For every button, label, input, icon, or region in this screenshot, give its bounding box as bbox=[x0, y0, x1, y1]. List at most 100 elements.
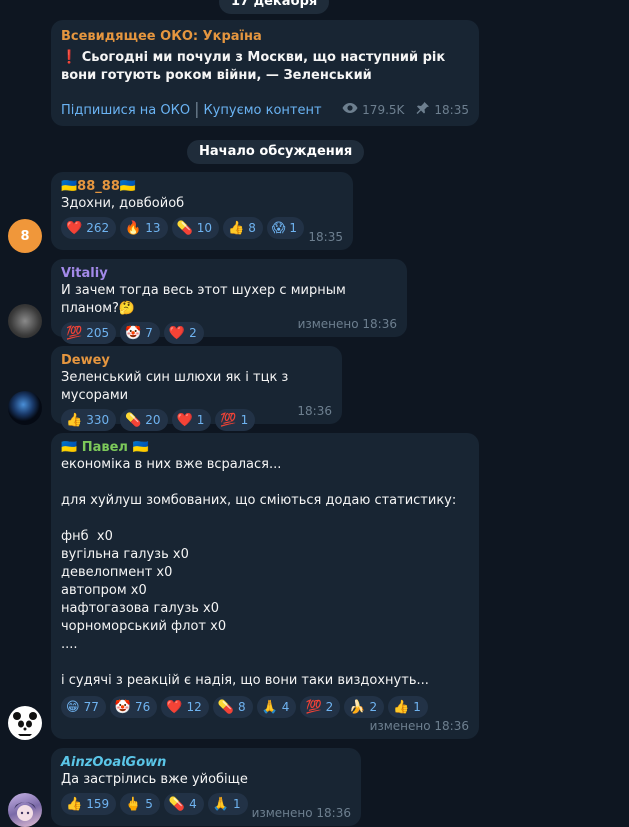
reaction-count: 4 bbox=[189, 797, 197, 811]
thumbs-up-icon: 👍 bbox=[66, 412, 83, 428]
message-author[interactable]: 𝘼𝙞𝙣𝙯𝙊𝙤𝙖𝙡𝙂𝙤𝙬𝙣 bbox=[61, 754, 351, 771]
pray-icon: 🙏 bbox=[261, 699, 278, 715]
reaction-count: 1 bbox=[196, 413, 205, 427]
message-text: Зеленський син шлюхи як і тцк з мусорами bbox=[61, 370, 293, 403]
message-text: Да застрілись вже уйобіще bbox=[61, 772, 248, 787]
message-meta: 18:36 bbox=[297, 404, 332, 418]
hundred-icon: 💯 bbox=[305, 699, 322, 715]
reaction-chip[interactable]: ❤️ 2 bbox=[163, 322, 204, 344]
channel-links: Підпишися на ОКО | Купуємо контент bbox=[61, 99, 322, 118]
reaction-chip[interactable]: 🙏 1 bbox=[207, 793, 248, 815]
reaction-chip[interactable]: 👍 330 bbox=[61, 409, 117, 431]
reaction-chip[interactable]: 💊 8 bbox=[212, 696, 253, 718]
reaction-count: 262 bbox=[86, 221, 110, 235]
reaction-chip[interactable]: ❤️ 262 bbox=[61, 217, 117, 239]
message-meta: 18:35 bbox=[308, 230, 343, 244]
link-separator: | bbox=[194, 99, 200, 118]
reaction-chip[interactable]: 🤡 76 bbox=[109, 696, 158, 718]
reaction-count: 77 bbox=[83, 700, 99, 714]
message-text: И зачем тогда весь этот шухер с мирным п… bbox=[61, 283, 350, 316]
date-label: 17 декабря bbox=[231, 0, 318, 9]
reaction-count: 2 bbox=[369, 700, 378, 714]
reaction-count: 2 bbox=[189, 326, 197, 340]
scream-icon: 😱 bbox=[271, 220, 286, 236]
heart-icon: ❤️ bbox=[168, 325, 186, 341]
avatar[interactable] bbox=[8, 304, 42, 338]
heart-icon: ❤️ bbox=[66, 220, 83, 236]
message-meta: изменено 18:36 bbox=[297, 317, 397, 331]
message-bubble[interactable]: Vitaliy И зачем тогда весь этот шухер с … bbox=[51, 259, 407, 344]
message-bubble[interactable]: 🇺🇦88_88🇺🇦 Здохни, довбойоб ❤️ 262 🔥 13 💊 10… bbox=[51, 172, 353, 250]
reaction-chip[interactable]: 👍 1 bbox=[388, 696, 428, 718]
thumbs-up-icon: 👍 bbox=[66, 796, 83, 812]
discussion-start-pill: Начало обсуждения bbox=[187, 140, 365, 164]
thumbs-up-icon: 👍 bbox=[393, 699, 410, 715]
reaction-chip[interactable]: 🔥 13 bbox=[120, 217, 168, 239]
reaction-chip[interactable]: 👍 8 bbox=[223, 217, 263, 239]
channel-name[interactable]: Всевидящее ОКО: Україна bbox=[61, 28, 469, 45]
message-author[interactable]: 🇺🇦 Павел 🇺🇦 bbox=[61, 439, 469, 456]
reaction-count: 205 bbox=[86, 326, 110, 340]
channel-post[interactable]: Всевидящее ОКО: Україна ❗ Сьогодні ми по… bbox=[51, 20, 479, 126]
reaction-count: 20 bbox=[145, 413, 161, 427]
message-bubble[interactable]: 🇺🇦 Павел 🇺🇦 економіка в них вже всралася… bbox=[51, 433, 479, 739]
exclamation-icon: ❗ bbox=[61, 50, 78, 65]
avatar[interactable] bbox=[8, 793, 42, 827]
reaction-count: 8 bbox=[248, 221, 256, 235]
reaction-count: 1 bbox=[413, 700, 421, 714]
reaction-chip[interactable]: 💯 205 bbox=[61, 322, 117, 344]
reaction-count: 5 bbox=[145, 797, 153, 811]
message-bubble[interactable]: 𝘼𝙞𝙣𝙯𝙊𝙤𝙖𝙡𝙂𝙤𝙬𝙣 Да застрілись вже уйобіще 👍… bbox=[51, 748, 361, 826]
pin-icon bbox=[416, 101, 430, 118]
reaction-chip[interactable]: 🖕 5 bbox=[120, 793, 160, 815]
subscribe-link[interactable]: Підпишися на ОКО bbox=[61, 103, 190, 118]
message-author[interactable]: Dewey bbox=[61, 352, 332, 369]
reaction-count: 76 bbox=[135, 700, 151, 714]
reaction-chip[interactable]: 💊 20 bbox=[120, 409, 168, 431]
eye-icon bbox=[342, 102, 358, 117]
reaction-count: 7 bbox=[145, 326, 153, 340]
reaction-chip[interactable]: 💯 1 bbox=[215, 409, 256, 431]
thumbs-up-icon: 👍 bbox=[228, 220, 245, 236]
pray-icon: 🙏 bbox=[212, 796, 229, 812]
buy-content-link[interactable]: Купуємо контент bbox=[203, 103, 321, 118]
middle-finger-icon: 🖕 bbox=[125, 796, 142, 812]
reaction-chip[interactable]: 💊 4 bbox=[163, 793, 204, 815]
pill-icon: 💊 bbox=[125, 412, 142, 428]
reactions-bar: ❤️ 262 🔥 13 💊 10 👍 8 😱 1 bbox=[61, 217, 343, 239]
avatar[interactable]: 8 bbox=[8, 219, 42, 253]
date-pill: 17 декабря bbox=[219, 0, 330, 14]
reaction-chip[interactable]: 👍 159 bbox=[61, 793, 117, 815]
anime-avatar-icon bbox=[14, 802, 36, 821]
message-author[interactable]: 🇺🇦88_88🇺🇦 bbox=[61, 178, 343, 195]
reaction-chip[interactable]: 🙏 4 bbox=[256, 696, 297, 718]
message-meta: изменено 18:36 bbox=[369, 719, 469, 733]
reaction-count: 1 bbox=[232, 797, 241, 811]
reaction-chip[interactable]: 💯 2 bbox=[300, 696, 341, 718]
reaction-chip[interactable]: 😁 77 bbox=[61, 696, 106, 718]
avatar-letter: 8 bbox=[20, 228, 30, 244]
reaction-count: 2 bbox=[325, 700, 334, 714]
avatar[interactable] bbox=[8, 706, 42, 740]
reaction-chip[interactable]: 💊 10 bbox=[171, 217, 220, 239]
reaction-chip[interactable]: ❤️ 1 bbox=[171, 409, 212, 431]
panda-icon bbox=[13, 712, 37, 736]
message-text: економіка в них вже всралася... для хуйл… bbox=[61, 457, 457, 688]
pill-icon: 💊 bbox=[176, 220, 193, 236]
clown-icon: 🤡 bbox=[114, 699, 132, 715]
reaction-count: 159 bbox=[86, 797, 110, 811]
clown-icon: 🤡 bbox=[125, 325, 142, 341]
pill-icon: 💊 bbox=[168, 796, 186, 812]
reaction-chip[interactable]: 😱 1 bbox=[266, 217, 305, 239]
message-bubble[interactable]: Dewey Зеленський син шлюхи як і тцк з му… bbox=[51, 346, 342, 431]
avatar[interactable] bbox=[8, 391, 42, 425]
channel-post-meta: 179.5K 18:35 bbox=[342, 101, 469, 118]
reaction-chip[interactable]: 🤡 7 bbox=[120, 322, 160, 344]
message-author[interactable]: Vitaliy bbox=[61, 265, 397, 282]
reaction-chip[interactable]: ❤️ 12 bbox=[161, 696, 209, 718]
hundred-icon: 💯 bbox=[220, 412, 237, 428]
reactions-bar: 😁 77 🤡 76 ❤️ 12 💊 8 🙏 4 💯 2 🍌 2 👍 1 bbox=[61, 696, 469, 718]
reaction-chip[interactable]: 🍌 2 bbox=[344, 696, 385, 718]
reaction-count: 8 bbox=[237, 700, 246, 714]
heart-icon: ❤️ bbox=[176, 412, 193, 428]
